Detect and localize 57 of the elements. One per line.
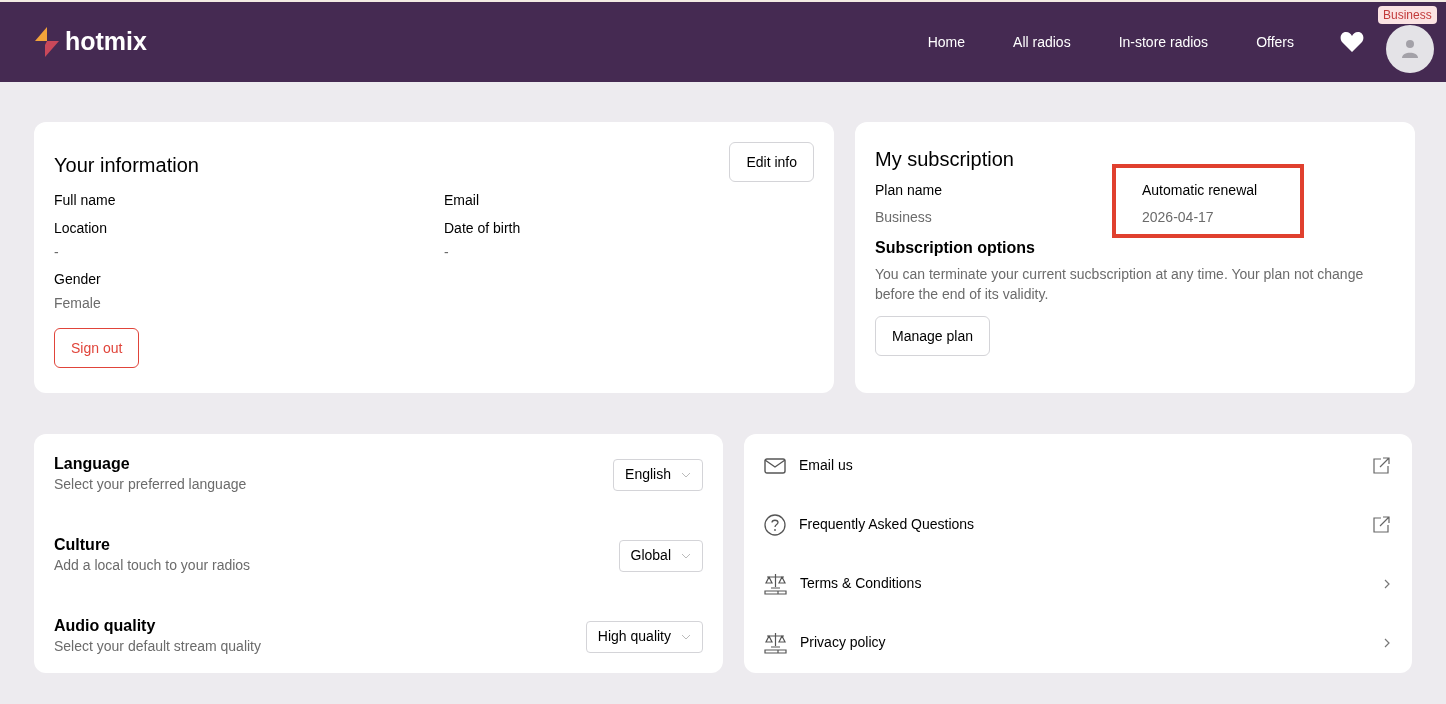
field-label: Location <box>54 219 108 238</box>
field-value: Business <box>875 208 933 227</box>
card-title: Your information <box>54 153 199 178</box>
question-circle-icon <box>764 513 786 536</box>
setting-description: Select your preferred language <box>54 475 247 494</box>
user-silhouette-icon <box>1401 39 1419 59</box>
setting-title: Audio quality <box>54 616 157 636</box>
field-value: - <box>444 243 450 262</box>
field-label: Date of birth <box>444 219 522 238</box>
section-title: Subscription options <box>875 238 1036 258</box>
field-label: Full name <box>54 191 117 210</box>
external-link-icon <box>1373 457 1390 474</box>
nav-link[interactable]: Offers <box>1256 31 1294 53</box>
link-label: Privacy policy <box>800 633 886 652</box>
subscription-options-text: You can terminate your current sucbscription at any time. Your plan not change before the end of its validity. <box>875 265 1365 304</box>
chevron-down-icon <box>681 633 691 640</box>
lightning-logo-icon <box>35 27 59 57</box>
field-value: Female <box>54 294 102 313</box>
dropdown[interactable]: Global <box>618 539 703 572</box>
sign-out-button[interactable]: Sign out <box>54 328 140 368</box>
dropdown[interactable]: English <box>613 458 703 491</box>
chevron-right-icon <box>1384 578 1390 589</box>
field-label: Email <box>444 191 480 210</box>
nav-link[interactable]: Home <box>927 31 966 53</box>
help-link[interactable]: Frequently Asked Questions <box>764 495 1392 554</box>
setting-description: Add a local touch to your radios <box>54 556 251 575</box>
setting-description: Select your default stream quality <box>54 637 261 656</box>
field-label: Automatic renewal <box>1142 181 1258 200</box>
field-label: Gender <box>54 270 102 289</box>
heart-icon[interactable] <box>1340 31 1364 53</box>
help-link[interactable]: Terms & Conditions <box>764 554 1392 613</box>
help-link[interactable]: Privacy policy <box>764 613 1392 672</box>
chevron-down-icon <box>681 552 691 559</box>
chevron-right-icon <box>1384 637 1390 648</box>
setting-title: Language <box>54 454 131 474</box>
nav-link[interactable]: In-store radios <box>1118 31 1209 53</box>
link-label: Terms & Conditions <box>800 574 922 593</box>
brand-logo-text[interactable]: hotmix <box>65 23 147 61</box>
manage-plan-button[interactable]: Manage plan <box>875 316 990 356</box>
link-label: Email us <box>799 456 853 475</box>
field-value: 2026-04-17 <box>1142 208 1215 227</box>
external-link-icon <box>1373 516 1390 533</box>
envelope-icon <box>764 457 786 474</box>
edit-info-button[interactable]: Edit info <box>729 142 814 182</box>
dropdown[interactable]: High quality <box>585 620 703 653</box>
plan-badge: Business <box>1378 6 1437 24</box>
field-value: - <box>54 243 60 262</box>
help-link[interactable]: Email us <box>764 436 1392 495</box>
card-title: My subscription <box>875 147 1015 172</box>
chevron-down-icon <box>681 471 691 478</box>
avatar[interactable] <box>1386 25 1434 73</box>
field-label: Plan name <box>875 181 943 200</box>
nav-link[interactable]: All radios <box>1013 31 1071 53</box>
scales-icon <box>764 572 787 595</box>
setting-title: Culture <box>54 535 111 555</box>
link-label: Frequently Asked Questions <box>799 515 975 534</box>
scales-icon <box>764 631 787 654</box>
